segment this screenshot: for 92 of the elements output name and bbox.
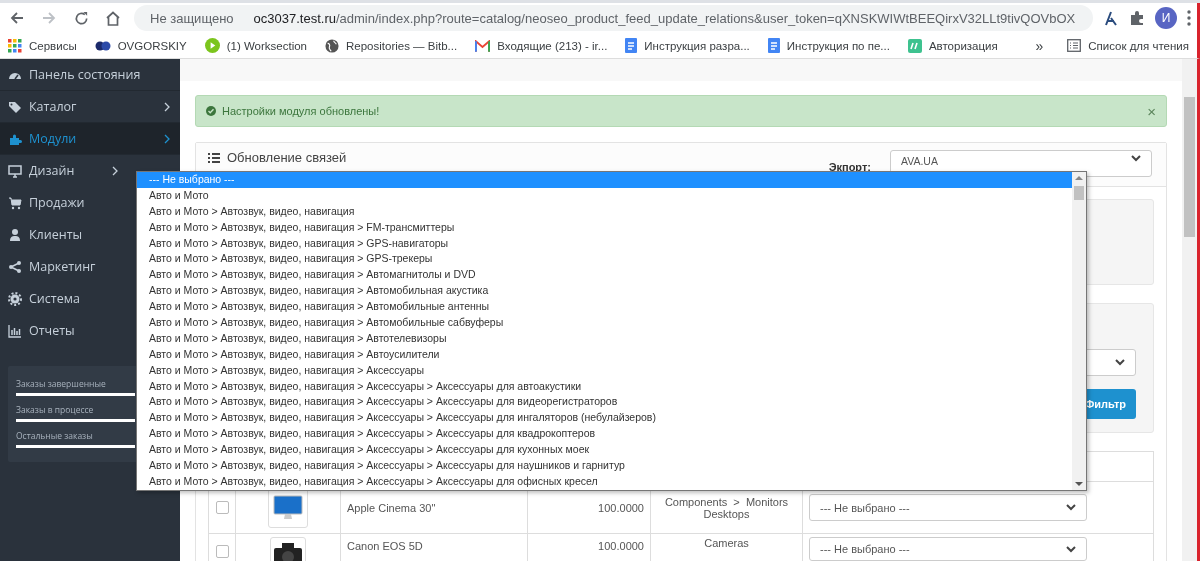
tag-icon — [8, 99, 22, 114]
panel-title: Обновление связей — [227, 150, 348, 165]
user-icon — [8, 227, 22, 242]
bookmark-link[interactable]: Сервисы — [8, 38, 77, 53]
product-name: Canon EOS 5D — [347, 540, 423, 552]
scroll-thumb[interactable] — [1074, 186, 1084, 200]
sidebar-item[interactable]: Дизайн — [0, 155, 128, 187]
stat-label: Заказы завершенные — [16, 378, 106, 389]
category-text: Cameras — [703, 537, 750, 549]
bookmark-link[interactable]: (1) Worksection — [204, 38, 307, 53]
bookmark-link[interactable]: OVGORSKIY — [94, 38, 187, 53]
sidebar-item[interactable]: Маркетинг — [0, 251, 128, 283]
chevron-down-icon — [1115, 359, 1125, 366]
dropdown-option[interactable]: Авто и Мото > Автозвук, видео, навигация > Аксессуары > Аксессуары для автоакустики — [137, 378, 1072, 395]
back-arrow-icon — [10, 11, 24, 25]
puzzle-icon[interactable] — [1129, 10, 1145, 26]
dropdown-option[interactable]: Авто и Мото > Автозвук, видео, навигация > Автомагнитолы и DVD — [137, 267, 1072, 284]
url-text: oc3037.test.ru/admin/index.php?route=catalog/neoseo_product_feed_update_relations&user_token=qXNSKWIWtBEEQirxV32LLt9tivQOVbOX — [253, 10, 1076, 26]
menu-icon[interactable] — [1187, 10, 1191, 26]
bookmark-link[interactable]: Инструкция по пе... — [767, 38, 890, 53]
list-icon — [208, 152, 220, 163]
bar-chart-icon — [8, 323, 22, 338]
chevron-down-icon — [1066, 504, 1076, 511]
list-scrollbar[interactable] — [1072, 172, 1086, 490]
chevron-down-icon — [1066, 545, 1076, 553]
more-bookmarks-button[interactable]: » — [1035, 37, 1044, 54]
bookmark-link[interactable]: Repositories — Bitb... — [325, 38, 458, 53]
product-price: 100.0000 — [598, 540, 644, 552]
dropdown-option[interactable]: Авто и Мото — [137, 187, 1072, 204]
bookmark-link[interactable]: Входящие (213) - ir... — [475, 39, 608, 52]
dropdown-option[interactable]: Авто и Мото > Автозвук, видео, навигация > Аксессуары > Аксессуары для квадрокоптеров — [137, 426, 1072, 443]
dropdown-option[interactable]: Авто и Мото > Автозвук, видео, навигация > GPS-навигаторы — [137, 235, 1072, 252]
dropdown-option[interactable]: Авто и Мото > Автозвук, видео, навигация > Автомобильные антенны — [137, 299, 1072, 315]
dropdown-option[interactable]: Авто и Мото > Автозвук, видео, навигация > Аксессуары > Аксессуары для наушников и гарнитур — [137, 458, 1072, 474]
mail-icon — [475, 39, 491, 52]
dropdown-option[interactable]: Авто и Мото > Автозвук, видео, навигация > Автомобильная акустика — [137, 283, 1072, 300]
document-icon — [767, 38, 780, 53]
mapping-select[interactable]: --- Не выбрано --- — [809, 537, 1087, 561]
dropdown-option[interactable]: Авто и Мото > Автозвук, видео, навигация > Автотелевизоры — [137, 330, 1072, 347]
export-label: Экпорт: — [828, 160, 871, 173]
stat-label: Остальные заказы — [16, 430, 93, 441]
extension-icon[interactable] — [1103, 10, 1119, 26]
monitor-thumbnail — [273, 494, 303, 521]
share-icon — [8, 259, 22, 274]
bookmark-link[interactable]: Инструкция разра... — [625, 38, 750, 53]
sidebar-item[interactable]: Отчеты — [0, 315, 128, 347]
dropdown-option[interactable]: Авто и Мото > Автозвук, видео, навигация > GPS-трекеры — [137, 251, 1072, 268]
document-icon — [625, 38, 638, 53]
mapping-select[interactable]: --- Не выбрано --- — [809, 494, 1087, 521]
dropdown-option[interactable]: Авто и Мото > Автозвук, видео, навигация — [137, 203, 1072, 220]
reading-list-button[interactable]: Список для чтения — [1067, 39, 1189, 52]
security-label: Не защищено — [150, 10, 234, 26]
dropdown-option[interactable]: Авто и Мото > Автозвук, видео, навигация > Аксессуары > Аксессуары для кухонных моек — [137, 442, 1072, 459]
settings-icon — [8, 291, 22, 306]
dropdown-option[interactable]: Авто и Мото > Автозвук, видео, навигация > Аксессуары > Аксессуары для ингаляторов (небулайзеров) — [137, 410, 1072, 427]
address-bar[interactable]: Не защищено oc3037.test.ru/admin/index.php?route=catalog/neoseo_product_feed_update_relations&user_token=qXNSKWIWtBEEQirxV32LLt9tivQOVbOX — [134, 5, 1093, 31]
bookmark-link[interactable]: Авторизация — [907, 38, 998, 53]
cart-icon — [8, 195, 22, 210]
category-text: Desktops — [703, 507, 751, 520]
scrollbar[interactable] — [1182, 59, 1200, 561]
dropdown-option[interactable]: Авто и Мото > Автозвук, видео, навигация > FM-трансмиттеры — [137, 219, 1072, 236]
sidebar-item[interactable]: Модули — [0, 123, 180, 155]
profile-avatar[interactable]: И — [1155, 7, 1177, 29]
apps-grid-icon — [8, 38, 22, 53]
reload-icon — [73, 10, 89, 26]
camera-thumbnail — [273, 542, 303, 561]
row-checkbox[interactable] — [215, 501, 229, 514]
dropdown-menu[interactable] — [136, 171, 1087, 491]
sidebar-item[interactable]: Система — [0, 283, 128, 315]
stat-label: Заказы в процессе — [16, 404, 94, 415]
tile-icon — [907, 38, 922, 53]
check-circle-icon — [206, 106, 216, 116]
dropdown-option[interactable]: Авто и Мото > Автозвук, видео, навигация > Автоусилители — [137, 346, 1072, 363]
alert-message: Настройки модуля обновлены! — [222, 105, 381, 117]
dropdown-option[interactable]: Авто и Мото > Автозвук, видео, навигация > Аксессуары > Аксессуары для офисных кресел — [137, 473, 1072, 490]
chevron-down-icon — [1131, 155, 1141, 162]
dropdown-option[interactable]: Авто и Мото > Автозвук, видео, навигация > Аксессуары — [137, 362, 1072, 379]
dropdown-option[interactable]: Авто и Мото > Автозвук, видео, навигация > Автомобильные сабвуферы — [137, 315, 1072, 331]
scroll-thumb[interactable] — [1184, 97, 1195, 237]
row-checkbox[interactable] — [215, 545, 229, 558]
monitor-icon — [8, 163, 22, 178]
home-icon — [105, 10, 121, 26]
list-icon — [1067, 39, 1082, 52]
product-price: 100.0000 — [598, 501, 644, 514]
sidebar-item[interactable]: Продажи — [0, 187, 128, 219]
globe-icon — [325, 38, 339, 53]
category-text: Components > Monitors — [663, 495, 790, 508]
product-name: Apple Cinema 30" — [347, 501, 436, 514]
forward-arrow-icon — [42, 11, 56, 25]
sidebar-item[interactable]: Клиенты — [0, 219, 128, 251]
play-icon — [204, 38, 220, 53]
dropdown-option[interactable]: Авто и Мото > Автозвук, видео, навигация > Аксессуары > Аксессуары для видеорегистраторов — [137, 394, 1072, 411]
